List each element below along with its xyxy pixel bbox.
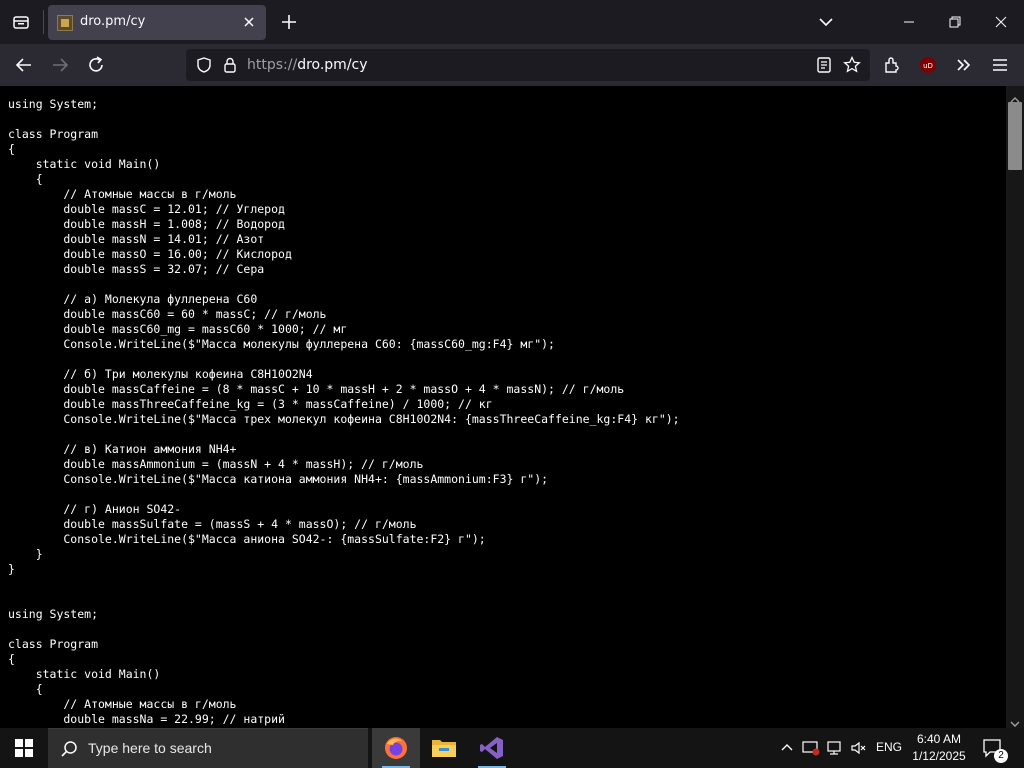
windows-start-icon[interactable] <box>0 728 48 768</box>
menu-icon[interactable] <box>988 53 1012 77</box>
navigation-toolbar: https://dro.pm/cy uD <box>0 44 1024 86</box>
code-line: // г) Анион SO42- <box>8 502 182 516</box>
chevron-up-icon[interactable] <box>778 739 796 757</box>
forward-icon[interactable] <box>48 53 72 77</box>
plus-icon[interactable] <box>278 11 300 33</box>
tab-overview-icon[interactable] <box>8 9 34 35</box>
chevron-down-icon[interactable] <box>816 12 836 32</box>
page-content: using System; class Program{ static void… <box>0 86 1006 728</box>
lock-icon[interactable] <box>218 53 242 77</box>
code-line: double massS = 32.07; // Сера <box>8 262 265 276</box>
code-line: // Атомные массы в г/моль <box>8 697 237 711</box>
language-indicator[interactable]: ENG <box>876 740 902 754</box>
svg-text:uD: uD <box>923 62 933 70</box>
code-line: { <box>8 142 15 156</box>
code-line: } <box>8 562 15 576</box>
code-line: double massThreeCaffeine_kg = (3 * massC… <box>8 397 493 411</box>
vertical-scrollbar[interactable] <box>1006 86 1024 728</box>
code-line: { <box>8 172 43 186</box>
favicon-icon <box>57 15 73 31</box>
extensions-icon[interactable] <box>880 53 904 77</box>
url-text[interactable]: https://dro.pm/cy <box>247 57 368 73</box>
tab-strip: dro.pm/cy <box>0 0 1024 44</box>
search-icon <box>60 740 78 762</box>
clock-time: 6:40 AM <box>916 732 962 746</box>
maximize-icon[interactable] <box>932 0 978 44</box>
code-line: double massO = 16.00; // Кислород <box>8 247 292 261</box>
clock[interactable]: 6:40 AM 1/12/2025 <box>906 731 972 765</box>
minimize-icon[interactable] <box>886 0 932 44</box>
code-line: double massAmmonium = (massN + 4 * massH… <box>8 457 424 471</box>
code-line: using System; <box>8 97 99 111</box>
code-line: // б) Три молекулы кофеина C8H10O2N4 <box>8 367 313 381</box>
volume-muted-icon[interactable] <box>850 739 868 757</box>
code-line: double massN = 14.01; // Азот <box>8 232 265 246</box>
tab-title: dro.pm/cy <box>80 14 146 29</box>
notification-count-badge: 2 <box>994 749 1008 763</box>
code-line: static void Main() <box>8 667 161 681</box>
url-host: dro.pm/cy <box>297 57 368 73</box>
security-tray-icon[interactable] <box>802 739 820 757</box>
code-line: double massC60_mg = massC60 * 1000; // м… <box>8 322 348 336</box>
reader-view-icon[interactable] <box>812 53 836 77</box>
network-icon[interactable] <box>826 739 844 757</box>
code-line: Console.WriteLine($"Масса аниона SO42-: … <box>8 532 486 546</box>
code-line: static void Main() <box>8 157 161 171</box>
scroll-down-icon[interactable] <box>1010 714 1020 727</box>
code-line: double massSulfate = (massS + 4 * massO)… <box>8 517 417 531</box>
tab-separator <box>43 10 44 34</box>
code-line: Console.WriteLine($"Масса молекулы фулле… <box>8 337 555 351</box>
code-line: { <box>8 682 43 696</box>
code-line: } <box>8 547 43 561</box>
code-text: using System; class Program{ static void… <box>8 97 680 727</box>
star-icon[interactable] <box>840 53 864 77</box>
scroll-up-icon[interactable] <box>1010 90 1020 103</box>
code-line: Console.WriteLine($"Масса трех молекул к… <box>8 412 680 426</box>
close-window-icon[interactable] <box>978 0 1024 44</box>
firefox-icon[interactable] <box>372 728 420 768</box>
code-line: // а) Молекула фуллерена C60 <box>8 292 258 306</box>
file-explorer-icon[interactable] <box>420 728 468 768</box>
ublock-icon[interactable]: uD <box>916 53 940 77</box>
code-line: Console.WriteLine($"Масса катиона аммони… <box>8 472 549 486</box>
code-line: // Атомные массы в г/моль <box>8 187 237 201</box>
code-line: class Program <box>8 127 99 141</box>
overflow-icon[interactable] <box>952 53 976 77</box>
shield-icon[interactable] <box>192 53 216 77</box>
active-tab[interactable]: dro.pm/cy <box>48 5 266 40</box>
code-line: double massCaffeine = (8 * massC + 10 * … <box>8 382 625 396</box>
visual-studio-icon[interactable] <box>468 728 516 768</box>
code-line: // в) Катион аммония NH4+ <box>8 442 237 456</box>
clock-date: 1/12/2025 <box>912 749 966 763</box>
code-line: class Program <box>8 637 99 651</box>
code-line: using System; <box>8 607 99 621</box>
close-icon[interactable] <box>240 13 258 31</box>
reload-icon[interactable] <box>84 53 108 77</box>
code-line: double massC = 12.01; // Углерод <box>8 202 285 216</box>
url-protocol: https:// <box>247 57 298 73</box>
code-line: double massC60 = 60 * massC; // г/моль <box>8 307 327 321</box>
code-line: { <box>8 652 15 666</box>
code-line: double massNa = 22.99; // натрий <box>8 712 285 726</box>
search-placeholder: Type here to search <box>88 740 212 756</box>
back-icon[interactable] <box>12 53 36 77</box>
scrollbar-thumb[interactable] <box>1008 102 1022 170</box>
taskbar-search-box[interactable]: Type here to search <box>48 728 368 768</box>
code-line: double massH = 1.008; // Водород <box>8 217 285 231</box>
taskbar: Type here to search ENG 6:40 AM 1/12/202… <box>0 728 1024 768</box>
url-bar[interactable]: https://dro.pm/cy <box>186 49 870 81</box>
